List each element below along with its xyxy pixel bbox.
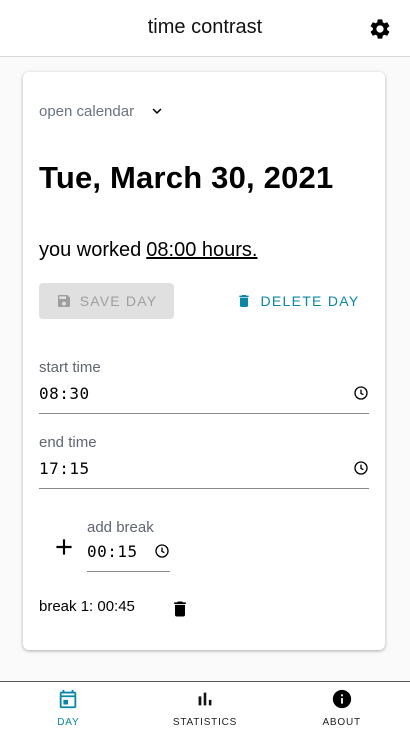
break-list-item: break 1: 00:45 [39, 598, 135, 615]
break-duration-value[interactable]: 00:15 [87, 542, 138, 561]
worked-summary: you worked 08:00 hours. [39, 239, 257, 262]
nav-item-day[interactable]: DAY [0, 682, 137, 730]
clock-icon[interactable] [353, 460, 369, 476]
add-break-field[interactable]: add break 00:15 [87, 519, 170, 572]
save-icon [57, 295, 70, 307]
nav-label-about: ABOUT [322, 717, 361, 728]
nav-label-day: DAY [57, 717, 80, 728]
nav-label-statistics: STATISTICS [172, 717, 238, 728]
end-time-label: end time [39, 434, 97, 451]
nav-item-about[interactable]: ABOUT [273, 682, 410, 730]
start-time-underline [39, 413, 369, 414]
chevron-down-icon [152, 108, 162, 114]
info-icon [332, 689, 351, 709]
end-time-value[interactable]: 17:15 [39, 459, 90, 478]
clock-icon[interactable] [154, 543, 170, 559]
date-heading: Tue, March 30, 2021 [39, 160, 334, 195]
end-time-field[interactable]: end time 17:15 [39, 434, 369, 489]
break-duration-underline [87, 571, 170, 572]
worked-hours: 08:00 hours. [146, 239, 258, 261]
app-bar: time contrast [0, 0, 410, 57]
bottom-navigation: DAY STATISTICS ABOUT [0, 681, 410, 730]
calendar-icon [60, 689, 77, 709]
start-time-field[interactable]: start time 08:30 [39, 359, 369, 414]
open-calendar-toggle[interactable]: open calendar [39, 102, 166, 120]
nav-item-statistics[interactable]: STATISTICS [137, 682, 274, 730]
open-calendar-label: open calendar [39, 102, 135, 120]
gear-icon[interactable] [368, 17, 392, 41]
delete-break-trash-icon[interactable] [170, 598, 190, 620]
day-card: open calendar Tue, March 30, 2021 you wo… [23, 72, 385, 650]
start-time-value[interactable]: 08:30 [39, 384, 90, 403]
delete-day-button[interactable]: DELETE DAY [228, 283, 368, 319]
delete-day-label: DELETE DAY [260, 293, 360, 309]
trash-icon [239, 295, 250, 307]
add-break-label: add break [87, 519, 154, 536]
end-time-underline [39, 488, 369, 489]
add-break-plus-icon[interactable] [51, 534, 77, 560]
start-time-label: start time [39, 359, 101, 376]
bar-chart-icon [198, 692, 212, 706]
app-title: time contrast [147, 16, 263, 38]
clock-icon[interactable] [353, 385, 369, 401]
worked-prefix: you worked [39, 239, 142, 261]
save-day-label: SAVE DAY [79, 293, 158, 309]
save-day-button[interactable]: SAVE DAY [39, 283, 174, 319]
